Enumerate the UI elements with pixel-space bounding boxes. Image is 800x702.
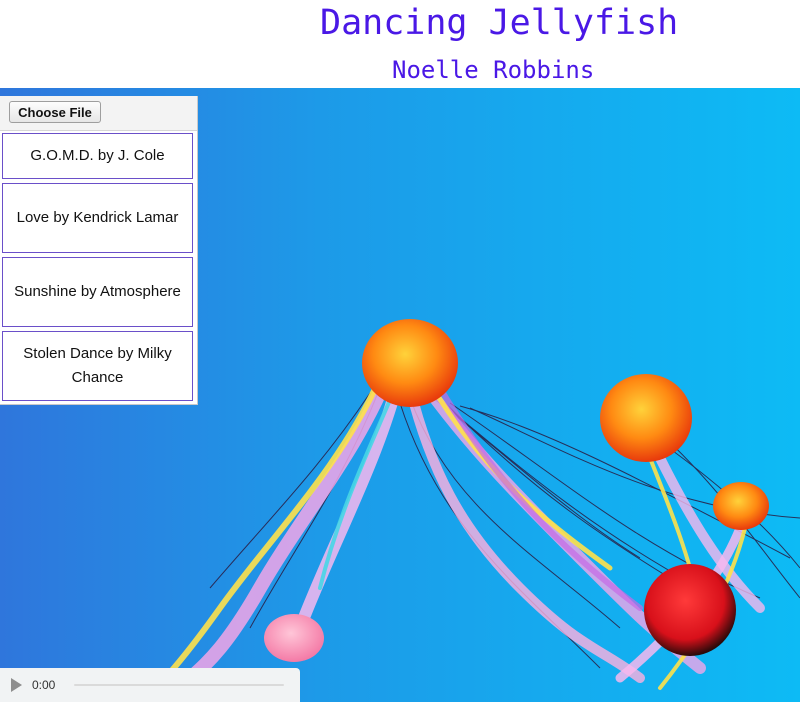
jellyfish-bell-orange-large bbox=[362, 319, 458, 407]
page-title: Dancing Jellyfish bbox=[320, 3, 679, 43]
choose-file-button[interactable]: Choose File bbox=[9, 101, 101, 123]
song-panel: Choose File G.O.M.D. by J. Cole Love by … bbox=[0, 96, 198, 405]
play-icon[interactable] bbox=[11, 678, 22, 692]
author-name: Noelle Robbins bbox=[392, 56, 595, 84]
current-time: 0:00 bbox=[32, 678, 56, 692]
jellyfish-bell-orange-small bbox=[713, 482, 769, 530]
audio-player: 0:00 bbox=[0, 668, 300, 702]
jellyfish-bell-red bbox=[644, 564, 736, 656]
file-picker-row: Choose File bbox=[0, 96, 197, 131]
jellyfish-bell-orange-right bbox=[600, 374, 692, 462]
app-page: Dancing Jellyfish Noelle Robbins Choose … bbox=[0, 0, 800, 702]
song-button-stolen-dance[interactable]: Stolen Dance by Milky Chance bbox=[2, 331, 193, 401]
seek-bar[interactable] bbox=[74, 684, 284, 686]
song-button-sunshine[interactable]: Sunshine by Atmosphere bbox=[2, 257, 193, 327]
header: Dancing Jellyfish Noelle Robbins bbox=[0, 0, 800, 88]
song-button-love[interactable]: Love by Kendrick Lamar bbox=[2, 183, 193, 253]
jellyfish-bell-pink bbox=[264, 614, 324, 662]
song-button-gomd[interactable]: G.O.M.D. by J. Cole bbox=[2, 133, 193, 179]
